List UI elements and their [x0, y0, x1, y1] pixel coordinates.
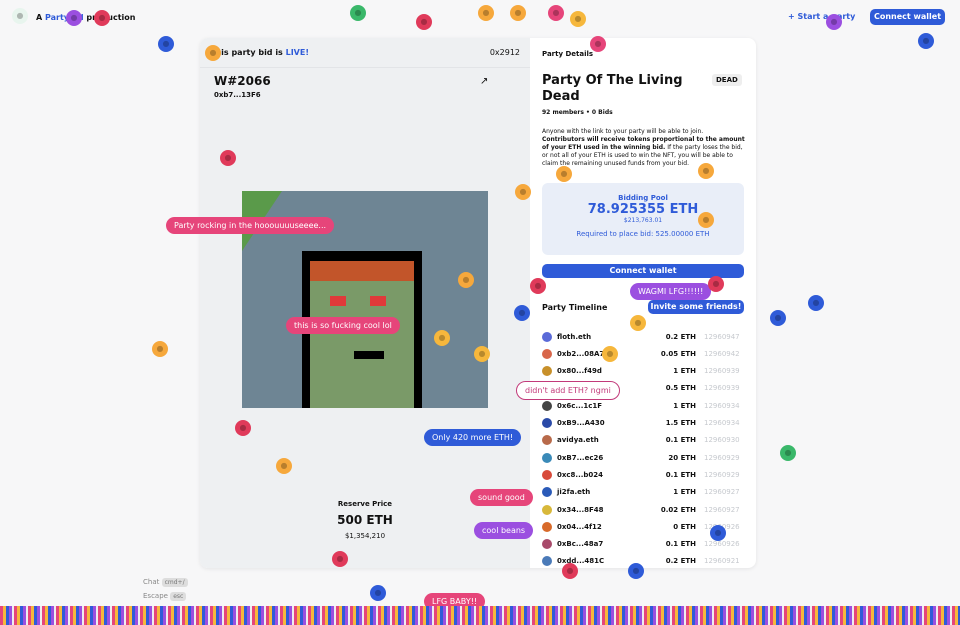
timeline-row: avidya.eth 0.1 ETH 12960930: [542, 432, 742, 449]
connect-wallet-button[interactable]: Connect wallet: [870, 9, 945, 25]
timeline-row: 0xB7...ec26 20 ETH 12960929: [542, 449, 742, 466]
avatar: [542, 469, 552, 480]
avatar: [542, 435, 552, 446]
user-cursor-icon: ●: [698, 163, 714, 179]
timeline-row: 0xb2...08A7 0.05 ETH 12960942: [542, 345, 742, 362]
invite-friends-button[interactable]: Invite some friends!: [648, 300, 744, 314]
user-cursor-icon: ●: [808, 295, 824, 311]
chat-bubble: sound good: [470, 489, 533, 506]
timeline-row: floth.eth 0.2 ETH 12960947: [542, 328, 742, 345]
nft-owner[interactable]: 0xb7...13F6: [214, 91, 261, 99]
start-party-link[interactable]: + Start a party: [788, 12, 855, 21]
avatar: [542, 556, 552, 567]
chat-bubble: WAGMI LFG!!!!!!: [630, 283, 712, 300]
user-cursor-icon: ●: [235, 420, 251, 436]
status-badge: DEAD: [712, 74, 742, 86]
chat-bubble: Party rocking in the hooouuuuseeee...: [166, 217, 335, 234]
external-link-icon[interactable]: ↗: [480, 76, 488, 87]
user-cursor-icon: ●: [530, 278, 546, 294]
user-cursor-icon: ●: [66, 10, 82, 26]
brand[interactable]: A PartyBid production: [36, 13, 135, 22]
party-title: Party Of The Living Dead: [542, 73, 683, 104]
user-cursor-icon: ●: [698, 212, 714, 228]
user-cursor-icon: ●: [458, 272, 474, 288]
user-cursor-icon: ●: [710, 525, 726, 541]
timeline-row: 0x34...8F48 0.02 ETH 12960927: [542, 501, 742, 518]
user-cursor-icon: ●: [630, 315, 646, 331]
escape-shortcut: Escape esc: [143, 592, 187, 601]
avatar: [542, 504, 552, 515]
user-cursor-icon: ●: [205, 45, 221, 61]
chat-bubble: didn't add ETH? ngmi: [516, 381, 620, 400]
user-cursor-icon: ●: [434, 330, 450, 346]
avatar: [542, 418, 552, 428]
timeline-row: 0xc8...b024 0.1 ETH 12960929: [542, 466, 742, 483]
timeline-row: 0x80...f49d 1 ETH 12960939: [542, 363, 742, 380]
user-cursor-icon: ●: [770, 310, 786, 326]
avatar: [542, 366, 552, 377]
user-cursor-icon: ●: [370, 585, 386, 601]
avatar: [542, 348, 552, 359]
user-cursor-icon: ●: [276, 458, 292, 474]
user-cursor-icon: ●: [152, 341, 168, 357]
user-cursor-icon: ●: [556, 166, 572, 182]
user-cursor-icon: ●: [562, 563, 578, 579]
user-cursor-icon: ●: [474, 346, 490, 362]
user-cursor-icon: ●: [628, 563, 644, 579]
user-cursor-icon: ●: [510, 5, 526, 21]
avatar-strip: [0, 606, 960, 625]
user-cursor-icon: ●: [478, 5, 494, 21]
user-cursor-icon: ●: [548, 5, 564, 21]
timeline-row: ji2fa.eth 1 ETH 12960927: [542, 484, 742, 501]
avatar: [542, 487, 552, 498]
user-cursor-icon: ●: [12, 8, 28, 24]
user-cursor-icon: ●: [220, 150, 236, 166]
user-cursor-icon: ●: [590, 36, 606, 52]
user-cursor-icon: ●: [780, 445, 796, 461]
chat-bubble: this is so fucking cool lol: [286, 317, 400, 334]
chat-shortcut: Chat cmd+/: [143, 578, 188, 587]
user-cursor-icon: ●: [918, 33, 934, 49]
bid-status-bar: This party bid is LIVE! 0x2912: [200, 38, 530, 68]
avatar: [542, 400, 552, 411]
user-cursor-icon: ●: [826, 14, 842, 30]
avatar: [542, 452, 552, 463]
user-cursor-icon: ●: [350, 5, 366, 21]
user-cursor-icon: ●: [94, 10, 110, 26]
avatar: [542, 539, 552, 550]
user-cursor-icon: ●: [416, 14, 432, 30]
avatar: [542, 521, 552, 532]
nft-title: W#2066: [214, 74, 271, 88]
party-description: Anyone with the link to your party will …: [542, 128, 745, 167]
user-cursor-icon: ●: [602, 346, 618, 362]
user-cursor-icon: ●: [570, 11, 586, 27]
user-cursor-icon: ●: [158, 36, 174, 52]
user-cursor-icon: ●: [332, 551, 348, 567]
avatar: [542, 331, 552, 342]
user-cursor-icon: ●: [708, 276, 724, 292]
timeline-row: 0xB9...A430 1.5 ETH 12960934: [542, 415, 742, 432]
user-cursor-icon: ●: [515, 184, 531, 200]
party-details: Party Details Party Of The Living Dead D…: [530, 38, 756, 568]
chat-bubble: cool beans: [474, 522, 534, 539]
chat-bubble: Only 420 more ETH!: [424, 429, 522, 446]
user-cursor-icon: ●: [514, 305, 530, 321]
